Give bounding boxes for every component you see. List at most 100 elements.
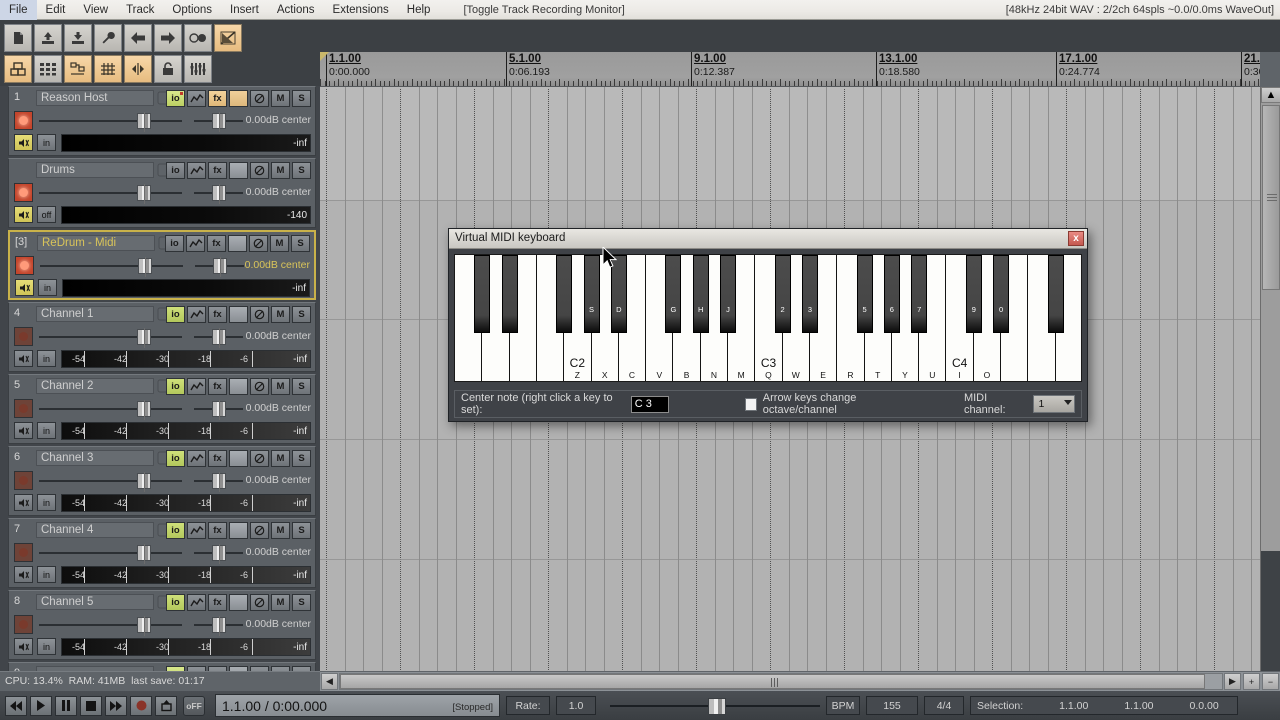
track-name-field[interactable]: Channel 3 <box>36 450 154 466</box>
slider-knob[interactable] <box>708 697 726 715</box>
scroll-left-button[interactable]: ◀ <box>321 673 338 690</box>
volume-fader-track[interactable] <box>39 552 182 554</box>
zoom-in-button[interactable]: + <box>1243 673 1260 690</box>
menu-item-insert[interactable]: Insert <box>221 0 268 20</box>
piano-black-key[interactable]: 3 <box>801 255 818 333</box>
menu-item-extensions[interactable]: Extensions <box>324 0 398 20</box>
track-blank-button[interactable] <box>229 522 248 539</box>
track-blank-button[interactable] <box>229 306 248 323</box>
track-io-button[interactable]: io <box>166 90 185 107</box>
track-automation-button[interactable] <box>187 306 206 323</box>
track-speaker-button[interactable] <box>14 638 33 655</box>
track-speaker-button[interactable] <box>14 566 33 583</box>
dialog-title-bar[interactable]: Virtual MIDI keyboard x <box>449 229 1087 249</box>
track-phase-button[interactable] <box>249 235 268 252</box>
track-mute-button[interactable]: M <box>270 235 289 252</box>
pan-fader-knob[interactable] <box>212 616 226 636</box>
track-input-button[interactable]: in <box>37 350 56 367</box>
menu-item-edit[interactable]: Edit <box>37 0 75 20</box>
load-button[interactable] <box>64 24 92 52</box>
track-fx-button[interactable]: fx <box>208 450 227 467</box>
track-input-button[interactable]: in <box>37 638 56 655</box>
piano-black-key[interactable]: 9 <box>965 255 982 333</box>
track-blank-button[interactable] <box>228 235 247 252</box>
track-fx-button[interactable]: fx <box>208 522 227 539</box>
track-mute-button[interactable]: M <box>271 594 290 611</box>
pan-fader-knob[interactable] <box>212 400 226 420</box>
pan-fader-knob[interactable] <box>212 328 226 348</box>
track-phase-button[interactable] <box>250 162 269 179</box>
track-row[interactable]: 4 Channel 1 io fx M S 0.00dB center in -54 -42 -30… <box>8 302 316 372</box>
track-row[interactable]: 7 Channel 4 io fx M S 0.00dB center in -54 -42 -30… <box>8 518 316 588</box>
virtual-midi-keyboard-dialog[interactable]: Virtual MIDI keyboard x C2 Z X C V B N M C3 Q W E R T… <box>448 228 1088 422</box>
grid-cells-button[interactable] <box>34 55 62 83</box>
track-record-arm-button[interactable] <box>14 471 33 490</box>
piano-black-key[interactable]: 5 <box>856 255 873 333</box>
track-fx-button[interactable]: fx <box>208 378 227 395</box>
piano-black-key[interactable]: 6 <box>883 255 900 333</box>
volume-fader-knob[interactable] <box>138 257 152 277</box>
piano-black-key[interactable]: H <box>692 255 709 333</box>
track-io-button[interactable]: io <box>166 162 185 179</box>
volume-fader-track[interactable] <box>39 192 182 194</box>
track-io-button[interactable]: io <box>166 450 185 467</box>
track-phase-button[interactable] <box>250 378 269 395</box>
track-io-button[interactable]: io <box>166 306 185 323</box>
settings-wrench-button[interactable] <box>94 24 122 52</box>
track-fx-button[interactable]: fx <box>208 306 227 323</box>
track-record-arm-button[interactable] <box>14 543 33 562</box>
track-input-button[interactable]: in <box>37 494 56 511</box>
track-row[interactable]: 1 Reason Host io fx M S 0.00dB center in -inf <box>8 86 316 156</box>
track-solo-button[interactable]: S <box>292 594 311 611</box>
pause-button[interactable] <box>55 695 77 716</box>
track-phase-button[interactable] <box>250 450 269 467</box>
track-record-arm-button[interactable] <box>14 327 33 346</box>
track-speaker-button[interactable] <box>14 134 33 151</box>
track-input-button[interactable]: in <box>37 566 56 583</box>
volume-fader-track[interactable] <box>39 408 182 410</box>
track-phase-button[interactable] <box>250 522 269 539</box>
track-automation-button[interactable] <box>187 450 206 467</box>
track-solo-button[interactable]: S <box>292 306 311 323</box>
horizontal-scroll-track[interactable] <box>339 673 1223 690</box>
piano-black-key[interactable] <box>556 255 573 333</box>
track-solo-button[interactable]: S <box>291 235 310 252</box>
track-record-arm-button[interactable] <box>15 256 34 275</box>
pan-fader-knob[interactable] <box>212 544 226 564</box>
track-row[interactable]: [3] ReDrum - Midi io fx M S 0.00dB center in -in… <box>8 230 316 300</box>
track-automation-button[interactable] <box>187 378 206 395</box>
track-solo-button[interactable]: S <box>292 450 311 467</box>
new-file-button[interactable] <box>4 24 32 52</box>
track-automation-button[interactable] <box>187 522 206 539</box>
track-speaker-button[interactable] <box>14 206 33 223</box>
track-automation-button[interactable] <box>187 90 206 107</box>
piano-black-key[interactable] <box>501 255 518 333</box>
volume-fader-knob[interactable] <box>137 184 151 204</box>
volume-fader-knob[interactable] <box>137 112 151 132</box>
track-phase-button[interactable] <box>250 90 269 107</box>
volume-fader-knob[interactable] <box>137 616 151 636</box>
grid-snap-button[interactable] <box>94 55 122 83</box>
piano-black-key[interactable]: 0 <box>993 255 1010 333</box>
menu-item-options[interactable]: Options <box>163 0 221 20</box>
volume-fader-knob[interactable] <box>137 472 151 492</box>
vertical-scroll-thumb[interactable] <box>1262 105 1280 290</box>
track-automation-button[interactable] <box>187 594 206 611</box>
track-name-field[interactable]: Drums <box>36 162 154 178</box>
volume-fader-track[interactable] <box>39 624 182 626</box>
time-signature[interactable]: 4/4 <box>924 696 964 715</box>
piano-keyboard[interactable]: C2 Z X C V B N M C3 Q W E R T Y U C4 I O S D G H J 2 3 5 6 7 9 0 <box>454 254 1082 382</box>
piano-black-key[interactable]: J <box>720 255 737 333</box>
master-slider[interactable] <box>610 696 820 716</box>
track-speaker-button[interactable] <box>14 422 33 439</box>
track-phase-button[interactable] <box>250 306 269 323</box>
track-speaker-button[interactable] <box>15 279 34 296</box>
fast-forward-button[interactable] <box>105 695 127 716</box>
track-mute-button[interactable]: M <box>271 450 290 467</box>
track-row[interactable]: 9 <box>8 662 316 671</box>
volume-fader-track[interactable] <box>39 120 182 122</box>
track-fx-button[interactable]: fx <box>208 162 227 179</box>
diagonal-tool-button[interactable] <box>214 24 242 52</box>
track-name-field[interactable]: Reason Host <box>36 90 154 106</box>
track-automation-button[interactable] <box>186 235 205 252</box>
